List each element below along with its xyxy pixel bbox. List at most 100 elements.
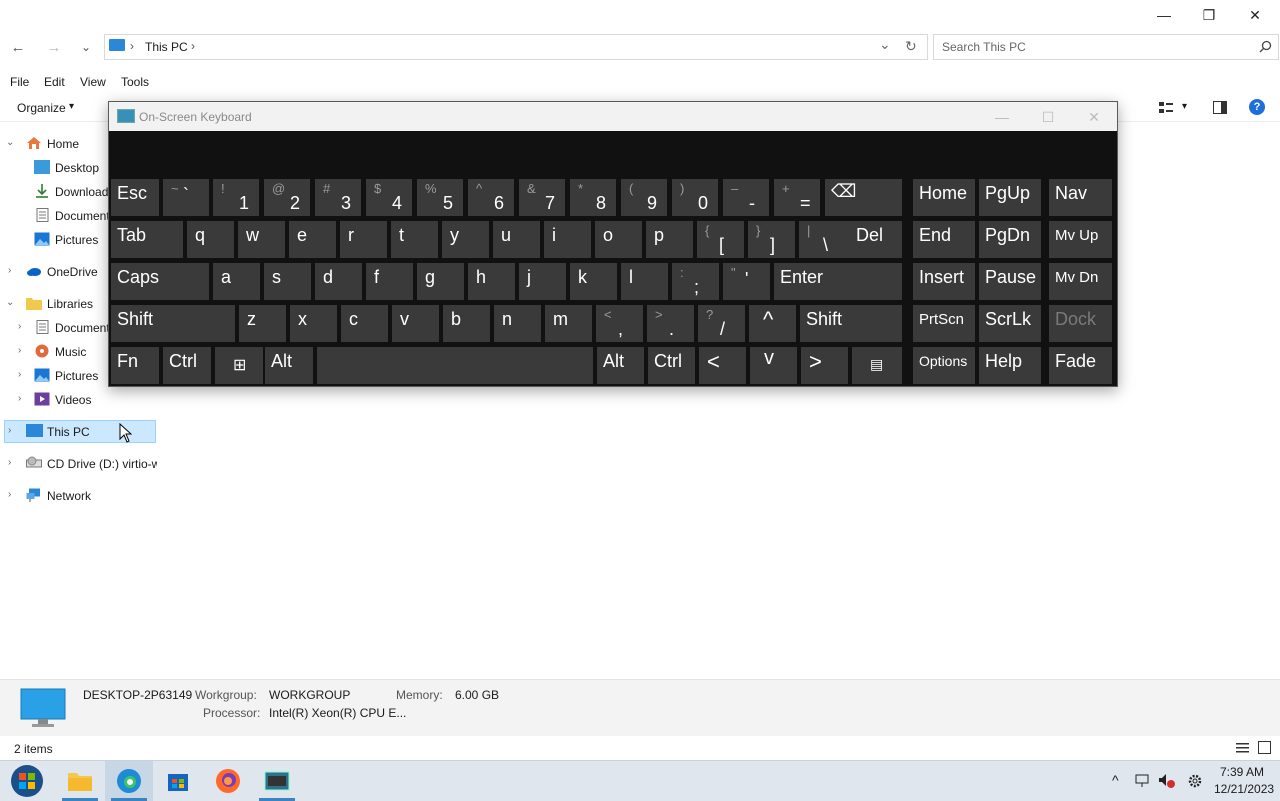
key-left-bracket[interactable]: {[ [697,221,744,258]
view-options-icon[interactable] [1159,102,1173,114]
key-k[interactable]: k [570,263,617,300]
key-fade[interactable]: Fade [1049,347,1112,384]
taskbar-firefox[interactable] [204,761,252,801]
preview-pane-icon[interactable] [1213,101,1227,114]
chevron-right-icon[interactable]: › [8,265,20,276]
key-o[interactable]: o [595,221,642,258]
key-caps[interactable]: Caps [111,263,209,300]
chevron-right-icon[interactable]: › [18,345,30,356]
key-z[interactable]: z [239,305,286,342]
sidebar-item-cd-drive[interactable]: › CD Drive (D:) virtio-win [0,453,160,475]
key-v[interactable]: v [392,305,439,342]
key-backspace[interactable]: ⌫ [825,179,902,216]
key-2[interactable]: @2 [264,179,310,216]
menu-file[interactable]: File [10,75,29,89]
chevron-right-icon[interactable]: › [8,457,20,468]
large-icons-view-icon[interactable] [1258,741,1271,754]
osk-maximize-button[interactable]: ☐ [1033,106,1063,128]
clock-date[interactable]: 12/21/2023 [1214,782,1274,796]
taskbar-on-screen-keyboard[interactable] [253,761,301,801]
key-w[interactable]: w [238,221,285,258]
key-mv-up[interactable]: Mv Up [1049,221,1112,258]
key-equals[interactable]: + = [774,179,820,216]
gear-icon[interactable] [1186,772,1204,790]
key-d[interactable]: d [315,263,362,300]
key-prtscn[interactable]: PrtScn [913,305,975,342]
key-shift-right[interactable]: Shift [800,305,902,342]
key-g[interactable]: g [417,263,464,300]
key-shift-left[interactable]: Shift [111,305,235,342]
close-button[interactable]: ✕ [1232,0,1278,30]
refresh-button[interactable]: ↻ [905,38,917,55]
taskbar-edge[interactable] [105,761,153,801]
address-dropdown-button[interactable]: ⌄ [879,36,891,53]
address-bar[interactable]: › This PC › ⌄ ↻ [104,34,928,60]
menu-view[interactable]: View [80,75,106,89]
back-button[interactable]: ← [6,36,30,58]
breadcrumb-separator[interactable]: › [191,39,195,53]
help-icon[interactable]: ? [1249,99,1265,115]
key-space[interactable] [317,347,593,384]
key-ctrl-right[interactable]: Ctrl [648,347,695,384]
key-0[interactable]: ) 0 [672,179,718,216]
minimize-button[interactable]: — [1141,0,1187,30]
key-h[interactable]: h [468,263,515,300]
key-fn[interactable]: Fn [111,347,159,384]
key-9[interactable]: (9 [621,179,667,216]
key-alt-left[interactable]: Alt [265,347,313,384]
key-arrow-right[interactable]: > [801,347,848,384]
search-icon[interactable] [1259,40,1272,53]
key-semicolon[interactable]: :; [672,263,719,300]
maximize-button[interactable]: ❐ [1186,0,1232,30]
clock-time[interactable]: 7:39 AM [1220,765,1264,779]
key-slash[interactable]: ? / [698,305,745,342]
show-hidden-icons-button[interactable]: ^ [1112,772,1119,788]
volume-muted-icon[interactable] [1158,773,1176,789]
key-backslash[interactable]: | \ [799,221,851,258]
chevron-down-icon[interactable]: ▾ [1182,101,1187,112]
key-n[interactable]: n [494,305,541,342]
taskbar-file-explorer[interactable] [56,761,104,801]
chevron-right-icon[interactable]: › [18,393,30,404]
key-del[interactable]: Del [850,221,902,258]
key-period[interactable]: >. [647,305,694,342]
search-input[interactable]: Search This PC [933,34,1279,60]
chevron-right-icon[interactable]: › [18,369,30,380]
key-options[interactable]: Options [913,347,975,384]
breadcrumb-this-pc[interactable]: This PC [145,40,188,54]
key-3[interactable]: #3 [315,179,361,216]
key-a[interactable]: a [213,263,260,300]
chevron-right-icon[interactable]: › [18,321,30,332]
menu-edit[interactable]: Edit [44,75,65,89]
key-c[interactable]: c [341,305,388,342]
key-i[interactable]: i [544,221,591,258]
key-tab[interactable]: Tab [111,221,183,258]
breadcrumb-separator[interactable]: › [130,39,134,53]
key-4[interactable]: $4 [366,179,412,216]
key-arrow-down[interactable]: v [750,347,797,384]
chevron-down-icon[interactable]: ⌄ [6,297,18,308]
organize-button[interactable]: Organize [17,101,66,115]
key-mv-dn[interactable]: Mv Dn [1049,263,1112,300]
key-s[interactable]: s [264,263,311,300]
key-q[interactable]: q [187,221,234,258]
key-insert[interactable]: Insert [913,263,975,300]
menu-tools[interactable]: Tools [121,75,149,89]
osk-minimize-button[interactable]: — [987,106,1017,128]
key-t[interactable]: t [391,221,438,258]
key-m[interactable]: m [545,305,592,342]
key-comma[interactable]: <, [596,305,643,342]
sidebar-item-videos[interactable]: › Videos [0,389,160,411]
key-1[interactable]: ! 1 [213,179,259,216]
key-menu[interactable]: ▤ [852,347,902,384]
forward-button[interactable]: → [42,36,66,58]
key-backtick[interactable]: ~ ` [163,179,209,216]
key-pgdn[interactable]: PgDn [979,221,1041,258]
chevron-right-icon[interactable]: › [8,489,20,500]
key-r[interactable]: r [340,221,387,258]
key-alt-right[interactable]: Alt [597,347,644,384]
key-pgup[interactable]: PgUp [979,179,1041,216]
key-5[interactable]: % 5 [417,179,463,216]
key-minus[interactable]: – - [723,179,769,216]
sidebar-item-this-pc[interactable]: › This PC [4,420,156,443]
